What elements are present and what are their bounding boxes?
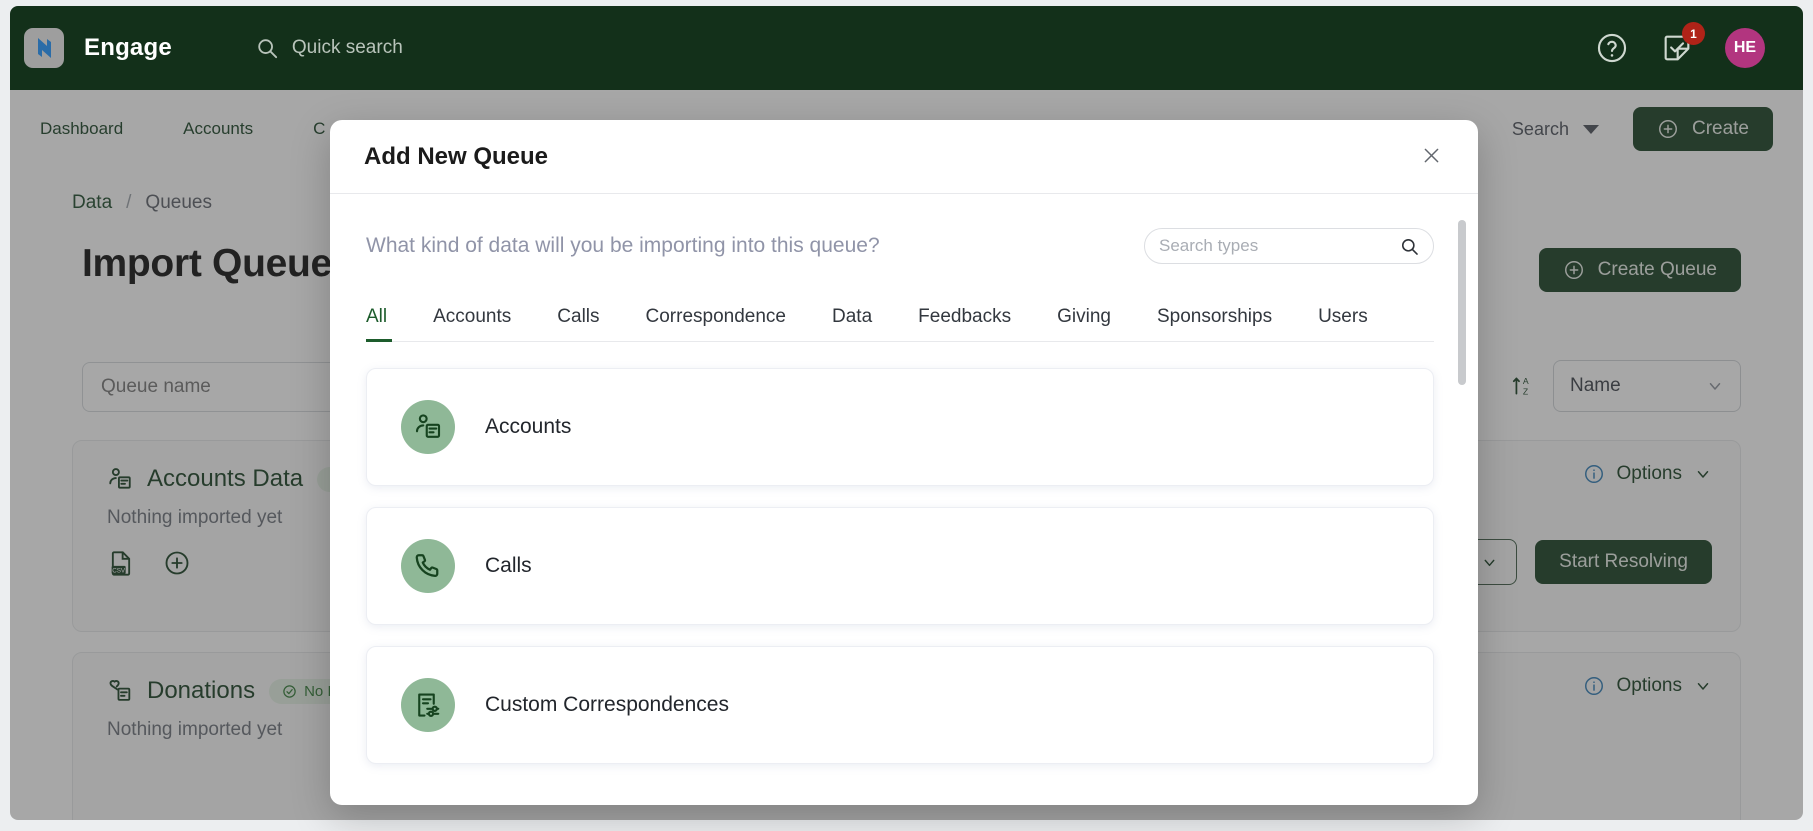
breadcrumb-separator: / bbox=[126, 192, 132, 213]
search-icon bbox=[258, 39, 277, 59]
app-root: Engage Quick search 1 HE Dashboard Accou… bbox=[0, 0, 1813, 831]
page-nav-right: Search Create bbox=[1512, 107, 1773, 151]
tab-feedbacks[interactable]: Feedbacks bbox=[918, 306, 1011, 341]
modal-scroll-region: What kind of data will you be importing … bbox=[330, 194, 1478, 805]
search-dropdown[interactable]: Search bbox=[1512, 119, 1599, 140]
help-circle-icon bbox=[1597, 33, 1627, 63]
type-card-custom-correspondences[interactable]: Custom Correspondences bbox=[366, 646, 1434, 764]
type-card-calls[interactable]: Calls bbox=[366, 507, 1434, 625]
tasks-button[interactable]: 1 bbox=[1661, 22, 1705, 64]
nav-item-c[interactable]: C bbox=[313, 119, 325, 139]
search-types-input[interactable] bbox=[1159, 236, 1400, 256]
queue-card-options[interactable]: Options bbox=[1583, 675, 1712, 697]
breadcrumb: Data / Queues bbox=[72, 192, 212, 214]
svg-text:A: A bbox=[1523, 376, 1529, 386]
create-queue-button[interactable]: Create Queue bbox=[1538, 248, 1741, 292]
sort-alpha-asc-icon[interactable]: A Z bbox=[1511, 373, 1537, 399]
modal-scrollbar[interactable] bbox=[1458, 220, 1466, 760]
queue-card-options[interactable]: Options bbox=[1583, 463, 1712, 485]
start-resolving-button[interactable]: Start Resolving bbox=[1535, 540, 1712, 584]
close-icon bbox=[1424, 148, 1439, 162]
breadcrumb-parent[interactable]: Data bbox=[72, 192, 112, 214]
sort-select[interactable]: Name bbox=[1553, 360, 1741, 412]
modal-prompt-row: What kind of data will you be importing … bbox=[366, 228, 1434, 264]
chevron-down-icon bbox=[1697, 683, 1709, 690]
type-card-label: Custom Correspondences bbox=[485, 693, 729, 716]
search-icon bbox=[1401, 238, 1418, 255]
breadcrumb-current: Queues bbox=[145, 192, 212, 213]
account-card-icon bbox=[109, 468, 131, 489]
queue-card-actions: w Start Resolving bbox=[1438, 539, 1712, 585]
modal-body: What kind of data will you be importing … bbox=[330, 194, 1478, 805]
type-card-list: Accounts Calls Custom Correspondences bbox=[366, 368, 1434, 764]
sort-controls: A Z Name bbox=[1511, 360, 1741, 412]
svg-text:Z: Z bbox=[1523, 387, 1529, 397]
chevron-down-icon bbox=[1697, 471, 1709, 478]
quick-search-placeholder: Quick search bbox=[291, 37, 403, 58]
nav-item-accounts[interactable]: Accounts bbox=[183, 119, 253, 139]
modal-scrollbar-thumb[interactable] bbox=[1458, 220, 1466, 385]
chevron-down-icon bbox=[1484, 559, 1495, 566]
info-circle-icon bbox=[1584, 677, 1603, 695]
account-card-icon bbox=[415, 414, 441, 438]
types-search[interactable] bbox=[1144, 228, 1434, 264]
plus-circle-icon[interactable] bbox=[163, 549, 191, 577]
modal-header: Add New Queue bbox=[330, 120, 1478, 194]
check-circle-icon bbox=[283, 684, 296, 698]
bolt-logo-icon bbox=[38, 38, 51, 58]
type-card-icon-wrap bbox=[401, 539, 455, 593]
info-circle-icon bbox=[1584, 465, 1603, 483]
queue-card-options-label: Options bbox=[1616, 675, 1682, 696]
type-card-accounts[interactable]: Accounts bbox=[366, 368, 1434, 486]
page-title: Import Queues bbox=[82, 242, 354, 285]
tab-users[interactable]: Users bbox=[1318, 306, 1368, 341]
avatar[interactable]: HE bbox=[1725, 28, 1765, 68]
tab-correspondence[interactable]: Correspondence bbox=[646, 306, 786, 341]
type-tabs: All Accounts Calls Correspondence Data F… bbox=[366, 306, 1434, 342]
modal-prompt: What kind of data will you be importing … bbox=[366, 234, 880, 257]
heart-card-icon bbox=[109, 680, 131, 701]
chevron-down-icon bbox=[1709, 383, 1721, 390]
plus-circle-icon bbox=[1564, 261, 1583, 279]
type-card-label: Accounts bbox=[485, 415, 572, 438]
quick-search[interactable]: Quick search bbox=[256, 37, 403, 59]
tab-calls[interactable]: Calls bbox=[557, 306, 599, 341]
chevron-down-icon bbox=[1582, 124, 1599, 134]
csv-file-icon[interactable]: CSV bbox=[107, 549, 135, 577]
queue-card-title: Donations bbox=[147, 677, 256, 704]
modal-title: Add New Queue bbox=[364, 142, 549, 170]
tasks-badge: 1 bbox=[1682, 22, 1705, 45]
create-button-label: Create bbox=[1691, 118, 1749, 139]
search-dropdown-label: Search bbox=[1511, 118, 1569, 139]
document-settings-icon bbox=[418, 693, 440, 717]
top-header-bar: Engage Quick search 1 HE bbox=[10, 6, 1803, 90]
type-card-label: Calls bbox=[485, 554, 532, 577]
header-actions: 1 HE bbox=[1595, 22, 1765, 68]
modal-close-button[interactable] bbox=[1421, 144, 1442, 170]
tab-giving[interactable]: Giving bbox=[1057, 306, 1111, 341]
brand-name: Engage bbox=[84, 34, 172, 61]
tab-accounts[interactable]: Accounts bbox=[433, 306, 511, 341]
type-card-icon-wrap bbox=[401, 400, 455, 454]
help-button[interactable] bbox=[1595, 31, 1629, 65]
create-button[interactable]: Create bbox=[1632, 107, 1773, 151]
start-resolving-label: Start Resolving bbox=[1559, 551, 1688, 572]
type-card-icon-wrap bbox=[401, 678, 455, 732]
app-logo[interactable] bbox=[24, 28, 64, 68]
queue-card-options-label: Options bbox=[1616, 463, 1682, 484]
queue-card-title: Accounts Data bbox=[147, 465, 304, 492]
svg-text:CSV: CSV bbox=[112, 568, 126, 575]
status-badge-label: No I bbox=[304, 682, 332, 700]
phone-icon bbox=[415, 554, 439, 577]
create-queue-label: Create Queue bbox=[1597, 259, 1717, 280]
tab-all[interactable]: All bbox=[366, 306, 393, 342]
tab-data[interactable]: Data bbox=[832, 306, 872, 341]
nav-item-dashboard[interactable]: Dashboard bbox=[40, 119, 123, 139]
tab-sponsorships[interactable]: Sponsorships bbox=[1157, 306, 1272, 341]
sort-select-value: Name bbox=[1570, 375, 1621, 396]
add-new-queue-modal: Add New Queue What kind of data will you… bbox=[330, 120, 1478, 805]
plus-circle-icon bbox=[1658, 120, 1677, 138]
